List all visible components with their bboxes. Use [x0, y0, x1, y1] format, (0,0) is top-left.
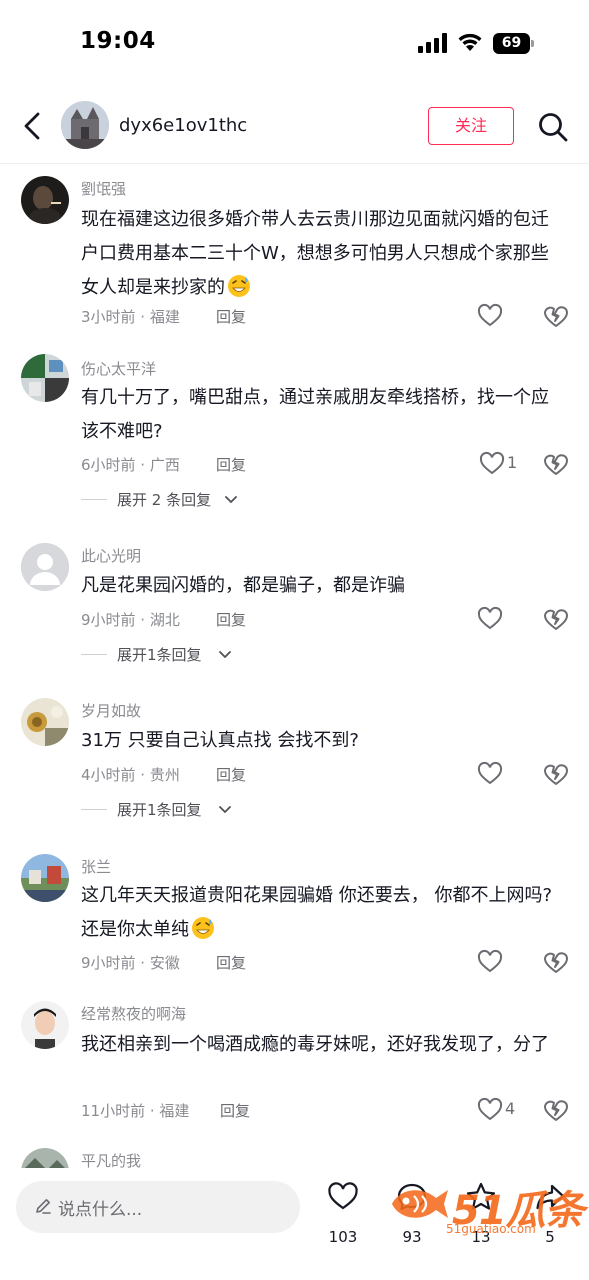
dislike-broken-heart-icon[interactable]: [542, 1097, 570, 1125]
dislike-broken-heart-icon[interactable]: [542, 606, 570, 634]
heart-icon: [477, 1097, 503, 1121]
watermark: 51瓜条 51guatiao.com: [386, 1178, 585, 1240]
watermark-url: 51guatiao.com: [446, 1222, 536, 1236]
reply-button[interactable]: 回复: [216, 306, 246, 327]
heart-icon: [479, 451, 505, 475]
comment-text: 31万 只要自己认真点找 会找不到?: [81, 730, 359, 751]
comment-text-body: 这几年天天报道贵阳花果园骗婚 你还要去， 你都不上网吗? 还是你太单纯: [81, 885, 552, 940]
heart-icon: [477, 606, 503, 630]
comment-text: 现在福建这边很多婚介带人去云贵川那边见面就闪婚的包迁户口费用基本二三十个W，想想…: [81, 203, 566, 305]
like-button[interactable]: 1: [479, 451, 523, 479]
expand-divider: [81, 654, 107, 655]
grinning-sweat-emoji-icon: [228, 275, 250, 297]
expand-replies-label: 展开 2 条回复: [117, 491, 212, 509]
comment-meta: 11小时前 · 福建: [81, 1102, 190, 1120]
commenter-name[interactable]: 岁月如故: [81, 700, 141, 721]
commenter-name[interactable]: 伤心太平洋: [81, 358, 156, 379]
follow-button[interactable]: 关注: [428, 107, 514, 145]
default-avatar-icon: [21, 543, 69, 591]
comment-text-body: 现在福建这边很多婚介带人去云贵川那边见面就闪婚的包迁户口费用基本二三十个W，想想…: [81, 209, 549, 298]
comment-text: 这几年天天报道贵阳花果园骗婚 你还要去， 你都不上网吗? 还是你太单纯: [81, 879, 566, 947]
comment-input-placeholder: 说点什么...: [58, 1200, 143, 1220]
dislike-broken-heart-icon[interactable]: [542, 949, 570, 977]
dislike-broken-heart-icon[interactable]: [542, 451, 570, 479]
commenter-avatar[interactable]: [21, 543, 69, 591]
grinning-sweat-emoji-icon: [192, 917, 214, 939]
chevron-down-icon: [219, 806, 231, 813]
comment-meta: 6小时前 · 广西: [81, 456, 180, 474]
chevron-down-icon: [219, 651, 231, 658]
heart-icon: [477, 761, 503, 785]
battery-icon: 69: [493, 33, 535, 54]
search-icon[interactable]: [537, 111, 569, 143]
like-button[interactable]: [477, 761, 521, 789]
comment-text: 我还相亲到一个喝酒成瘾的毒牙妹呢，还好我发现了，分了: [81, 1034, 549, 1055]
reply-button[interactable]: 回复: [220, 1100, 250, 1121]
like-button[interactable]: 4: [477, 1097, 521, 1125]
pencil-icon: [36, 1199, 51, 1214]
expand-divider: [81, 499, 107, 500]
like-count: 1: [507, 453, 518, 472]
dislike-broken-heart-icon[interactable]: [542, 761, 570, 789]
commenter-avatar[interactable]: [21, 854, 69, 902]
author-username[interactable]: dyx6e1ov1thc: [119, 115, 247, 136]
status-bar: 19:04 69: [0, 0, 589, 88]
commenter-name[interactable]: 劉氓强: [81, 178, 126, 199]
like-action-button[interactable]: 103: [321, 1181, 365, 1249]
commenter-avatar[interactable]: [21, 698, 69, 746]
expand-replies-label: 展开1条回复: [117, 646, 202, 664]
expand-divider: [81, 809, 107, 810]
dislike-broken-heart-icon[interactable]: [542, 303, 570, 331]
like-count: 103: [328, 1228, 358, 1246]
wifi-icon: [458, 33, 482, 51]
commenter-avatar[interactable]: [21, 176, 69, 224]
like-count: 4: [505, 1099, 516, 1118]
commenter-avatar[interactable]: [21, 354, 69, 402]
like-button[interactable]: [477, 949, 521, 977]
author-avatar[interactable]: [61, 101, 109, 149]
comment-meta: 9小时前 · 安徽: [81, 954, 180, 972]
watermark-fish-logo-icon: [392, 1190, 448, 1218]
header: dyx6e1ov1thc 关注: [0, 88, 589, 164]
comment-meta: 9小时前 · 湖北: [81, 611, 180, 629]
comment-meta: 4小时前 · 贵州: [81, 766, 180, 784]
comment-text: 有几十万了，嘴巴甜点，通过亲戚朋友牵线搭桥，找一个应该不难吧?: [81, 387, 549, 442]
cellular-signal-icon: [418, 33, 447, 53]
chevron-down-icon: [225, 496, 237, 503]
heart-icon: [477, 949, 503, 973]
commenter-name[interactable]: 经常熬夜的啊海: [81, 1003, 186, 1024]
like-button[interactable]: [477, 606, 521, 634]
heart-icon: [477, 303, 503, 327]
back-arrow-icon[interactable]: [18, 110, 48, 142]
commenter-avatar[interactable]: [21, 1001, 69, 1049]
status-time: 19:04: [80, 28, 156, 54]
commenter-name[interactable]: 张兰: [81, 856, 111, 877]
comment-text: 凡是花果园闪婚的，都是骗子，都是诈骗: [81, 575, 405, 596]
reply-button[interactable]: 回复: [216, 454, 246, 475]
battery-level: 69: [493, 33, 530, 54]
commenter-name[interactable]: 此心光明: [81, 545, 141, 566]
like-button[interactable]: [477, 303, 521, 331]
expand-replies-label: 展开1条回复: [117, 801, 202, 819]
reply-button[interactable]: 回复: [216, 764, 246, 785]
comment-input[interactable]: 说点什么...: [16, 1181, 300, 1233]
heart-icon: [328, 1182, 358, 1210]
reply-button[interactable]: 回复: [216, 952, 246, 973]
comment-meta: 3小时前 · 福建: [81, 308, 180, 326]
reply-button[interactable]: 回复: [216, 609, 246, 630]
